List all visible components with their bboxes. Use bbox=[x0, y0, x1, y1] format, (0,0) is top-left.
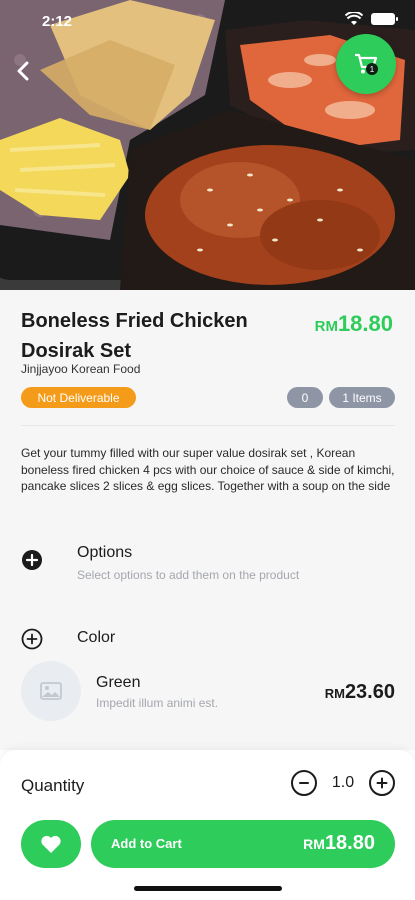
battery-icon bbox=[371, 13, 398, 25]
options-title: Options bbox=[77, 544, 133, 561]
add-to-cart-price: RM18.80 bbox=[303, 832, 375, 855]
quantity-label: Quantity bbox=[21, 776, 85, 795]
product-image: 2:12 1 bbox=[0, 0, 415, 290]
color-option-description: Impedit illum animi est. bbox=[96, 696, 219, 710]
increase-quantity-button[interactable] bbox=[369, 770, 395, 796]
favorite-button[interactable] bbox=[21, 820, 81, 868]
plus-circle-filled-icon[interactable] bbox=[21, 549, 43, 571]
color-option-item[interactable]: Green Impedit illum animi est. RM23.60 bbox=[21, 661, 395, 723]
quantity-stepper: 1.0 bbox=[291, 770, 395, 796]
color-price-amount: 23.60 bbox=[344, 681, 395, 703]
divider bbox=[21, 425, 395, 426]
items-badge: 1 Items bbox=[329, 387, 395, 408]
color-thumbnail bbox=[21, 661, 81, 721]
options-subtitle: Select options to add them on the produc… bbox=[77, 568, 300, 582]
color-option-name: Green bbox=[96, 674, 141, 691]
decrease-quantity-button[interactable] bbox=[291, 770, 317, 796]
cart-badge: 1 bbox=[366, 63, 378, 75]
color-price-currency: RM bbox=[324, 686, 345, 701]
image-placeholder-icon bbox=[40, 682, 62, 700]
status-time: 2:12 bbox=[42, 13, 73, 30]
vendor-name: Jinjjayoo Korean Food bbox=[21, 362, 141, 376]
cta-price-amount: 18.80 bbox=[324, 832, 375, 854]
bottom-action-bar: Quantity 1.0 Add to Cart RM18.80 bbox=[0, 750, 415, 900]
price-amount: 18.80 bbox=[337, 311, 393, 336]
quantity-value[interactable]: 1.0 bbox=[329, 774, 357, 792]
cart-button[interactable]: 1 bbox=[336, 34, 396, 94]
status-icons bbox=[345, 12, 398, 26]
cta-price-currency: RM bbox=[303, 836, 325, 852]
price-currency: RM bbox=[314, 318, 338, 335]
home-indicator bbox=[134, 886, 282, 891]
heart-icon bbox=[41, 835, 61, 853]
back-button[interactable] bbox=[8, 56, 38, 86]
options-section[interactable]: Options Select options to add them on th… bbox=[21, 544, 395, 589]
product-description: Get your tummy filled with our super val… bbox=[21, 446, 395, 493]
product-details: Boneless Fried Chicken Dosirak Set RM18.… bbox=[0, 290, 415, 750]
product-title: Boneless Fried Chicken Dosirak Set bbox=[21, 310, 248, 362]
add-to-cart-button[interactable]: Add to Cart RM18.80 bbox=[91, 820, 395, 868]
count-badge: 0 bbox=[287, 387, 323, 408]
color-section[interactable]: Color bbox=[21, 628, 395, 654]
wifi-icon bbox=[345, 12, 363, 25]
plus-icon bbox=[376, 777, 388, 789]
add-to-cart-label: Add to Cart bbox=[111, 836, 182, 851]
color-option-price: RM23.60 bbox=[325, 681, 395, 704]
minus-icon bbox=[299, 782, 309, 784]
plus-circle-outline-icon[interactable] bbox=[21, 628, 43, 650]
product-price: RM18.80 bbox=[315, 311, 393, 337]
color-title: Color bbox=[77, 629, 116, 646]
delivery-status-badge: Not Deliverable bbox=[21, 387, 136, 408]
chevron-left-icon bbox=[17, 61, 29, 81]
